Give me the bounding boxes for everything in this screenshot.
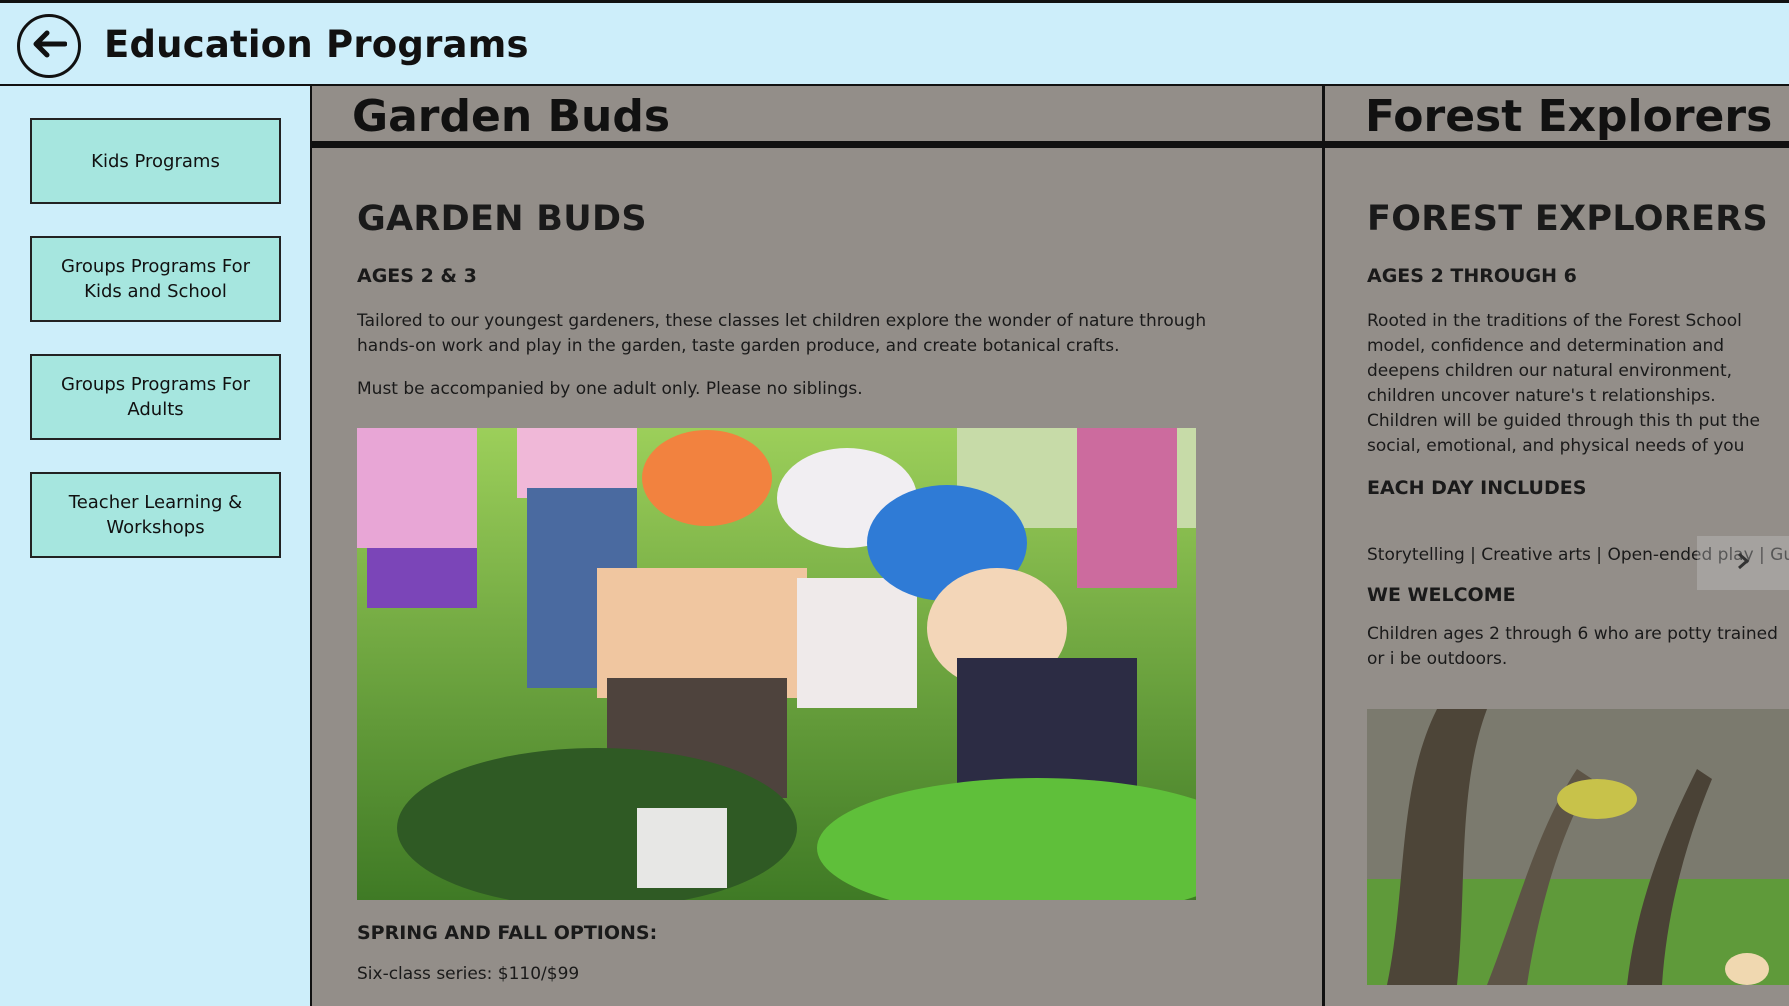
sidebar-item-label: Kids Programs [91, 150, 220, 172]
sidebar-item-label: Groups Programs For Kids and School [60, 256, 251, 302]
arrow-left-icon [31, 29, 68, 63]
sidebar-item-teacher-learning[interactable]: Teacher Learning & Workshops [30, 472, 281, 558]
panel-header-forest-explorers[interactable]: Forest Explorers [1325, 86, 1789, 148]
back-button[interactable] [17, 14, 81, 78]
program-description: Tailored to our youngest gardeners, thes… [357, 311, 1207, 356]
scroll-next-button[interactable] [1697, 536, 1789, 590]
sidebar-item-groups-kids-school[interactable]: Groups Programs For Kids and School [30, 236, 281, 322]
chevron-right-icon [1735, 551, 1751, 575]
sidebar-item-label: Teacher Learning & Workshops [68, 492, 243, 538]
options-line: Six-class series: $110/$99 [357, 964, 580, 984]
panel-divider [1322, 86, 1325, 1006]
sidebar-item-label: Groups Programs For Adults [60, 374, 251, 420]
sidebar: Kids Programs Groups Programs For Kids a… [0, 86, 312, 1006]
forest-explorers-content: FOREST EXPLORERS AGES 2 THROUGH 6 Rooted… [1367, 199, 1789, 672]
welcome-text: Children ages 2 through 6 who are potty … [1367, 624, 1778, 669]
program-panels[interactable]: Garden Buds GARDEN BUDS AGES 2 & 3 Tailo… [312, 86, 1789, 1006]
garden-buds-content: GARDEN BUDS AGES 2 & 3 Tailored to our y… [357, 199, 1277, 402]
options-heading: SPRING AND FALL OPTIONS: [357, 922, 658, 944]
page-title: Education Programs [104, 23, 529, 66]
garden-buds-options: SPRING AND FALL OPTIONS: Six-class serie… [357, 922, 1257, 987]
panel-header-title: Forest Explorers [1365, 91, 1773, 142]
program-title: GARDEN BUDS [357, 199, 647, 239]
sidebar-item-groups-adults[interactable]: Groups Programs For Adults [30, 354, 281, 440]
program-title: FOREST EXPLORERS [1367, 199, 1768, 239]
forest-explorers-photo [1367, 709, 1789, 985]
garden-buds-photo [357, 428, 1196, 900]
program-description: Rooted in the traditions of the Forest S… [1367, 311, 1761, 456]
program-ages: AGES 2 THROUGH 6 [1367, 265, 1577, 287]
app-header: Education Programs [0, 0, 1789, 86]
panel-header-title: Garden Buds [352, 91, 671, 142]
each-day-heading: EACH DAY INCLUDES [1367, 477, 1587, 499]
sidebar-item-kids-programs[interactable]: Kids Programs [30, 118, 281, 204]
program-note: Must be accompanied by one adult only. P… [357, 379, 863, 399]
program-ages: AGES 2 & 3 [357, 265, 477, 287]
panel-header-garden-buds[interactable]: Garden Buds [312, 86, 1322, 148]
